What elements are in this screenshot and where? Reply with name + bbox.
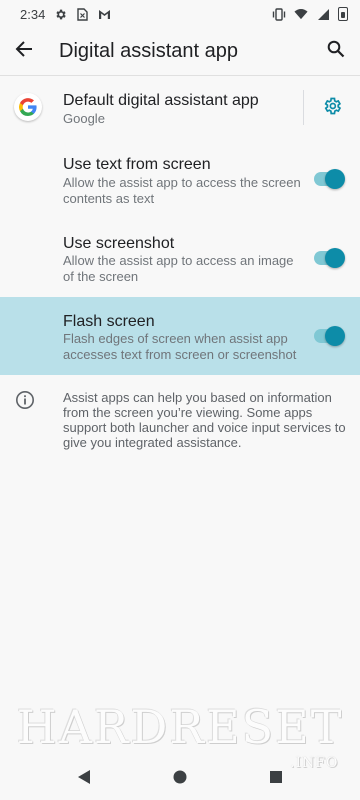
page-title: Digital assistant app bbox=[59, 40, 238, 62]
row-divider bbox=[303, 90, 304, 125]
wifi-icon bbox=[294, 7, 308, 21]
default-assistant-title: Default digital assistant app bbox=[63, 92, 259, 109]
default-assistant-value: Google bbox=[63, 111, 105, 126]
watermark: HARDRESET bbox=[16, 700, 344, 754]
setting-description-use-screenshot: Allow the assist app to access an image … bbox=[63, 253, 294, 284]
toggle-thumb bbox=[325, 248, 345, 268]
gmail-icon bbox=[97, 7, 111, 21]
sim-icon bbox=[75, 7, 89, 21]
info-icon bbox=[15, 390, 35, 410]
setting-title-use-text: Use text from screen bbox=[63, 156, 211, 173]
toggle-use-text[interactable] bbox=[314, 169, 345, 189]
status-bar-left: 2:34 bbox=[20, 7, 111, 22]
home-circle-icon bbox=[173, 770, 187, 789]
search-button[interactable] bbox=[312, 28, 360, 76]
setting-description-use-text: Allow the assist app to access the scree… bbox=[63, 175, 301, 206]
signal-icon bbox=[316, 7, 330, 21]
back-triangle-icon bbox=[77, 769, 91, 790]
toggle-thumb bbox=[325, 326, 345, 346]
app-bar: Digital assistant app bbox=[0, 28, 360, 76]
battery-icon bbox=[338, 7, 348, 21]
recents-square-icon bbox=[269, 770, 283, 789]
toggle-use-screenshot[interactable] bbox=[314, 248, 345, 268]
google-logo-icon bbox=[14, 93, 42, 121]
nav-home-button[interactable] bbox=[132, 758, 228, 800]
toggle-flash-screen[interactable] bbox=[314, 326, 345, 346]
status-bar-right bbox=[272, 7, 348, 21]
navigation-bar bbox=[0, 758, 360, 800]
search-icon bbox=[327, 40, 345, 63]
info-text: Assist apps can help you based on inform… bbox=[63, 390, 346, 450]
settings-icon bbox=[53, 7, 67, 21]
toggle-thumb bbox=[325, 169, 345, 189]
arrow-back-icon bbox=[15, 40, 33, 63]
status-time: 2:34 bbox=[20, 6, 46, 22]
gear-icon bbox=[322, 96, 342, 121]
setting-title-flash-screen: Flash screen bbox=[63, 313, 155, 330]
nav-back-button[interactable] bbox=[36, 758, 132, 800]
nav-recents-button[interactable] bbox=[228, 758, 324, 800]
setting-title-use-screenshot: Use screenshot bbox=[63, 235, 175, 252]
setting-description-flash-screen: Flash edges of screen when assist app ac… bbox=[63, 331, 297, 362]
status-bar: 2:34 bbox=[0, 0, 360, 28]
vibrate-icon bbox=[272, 7, 286, 21]
back-button[interactable] bbox=[0, 28, 52, 76]
assistant-settings-button[interactable] bbox=[318, 94, 346, 122]
